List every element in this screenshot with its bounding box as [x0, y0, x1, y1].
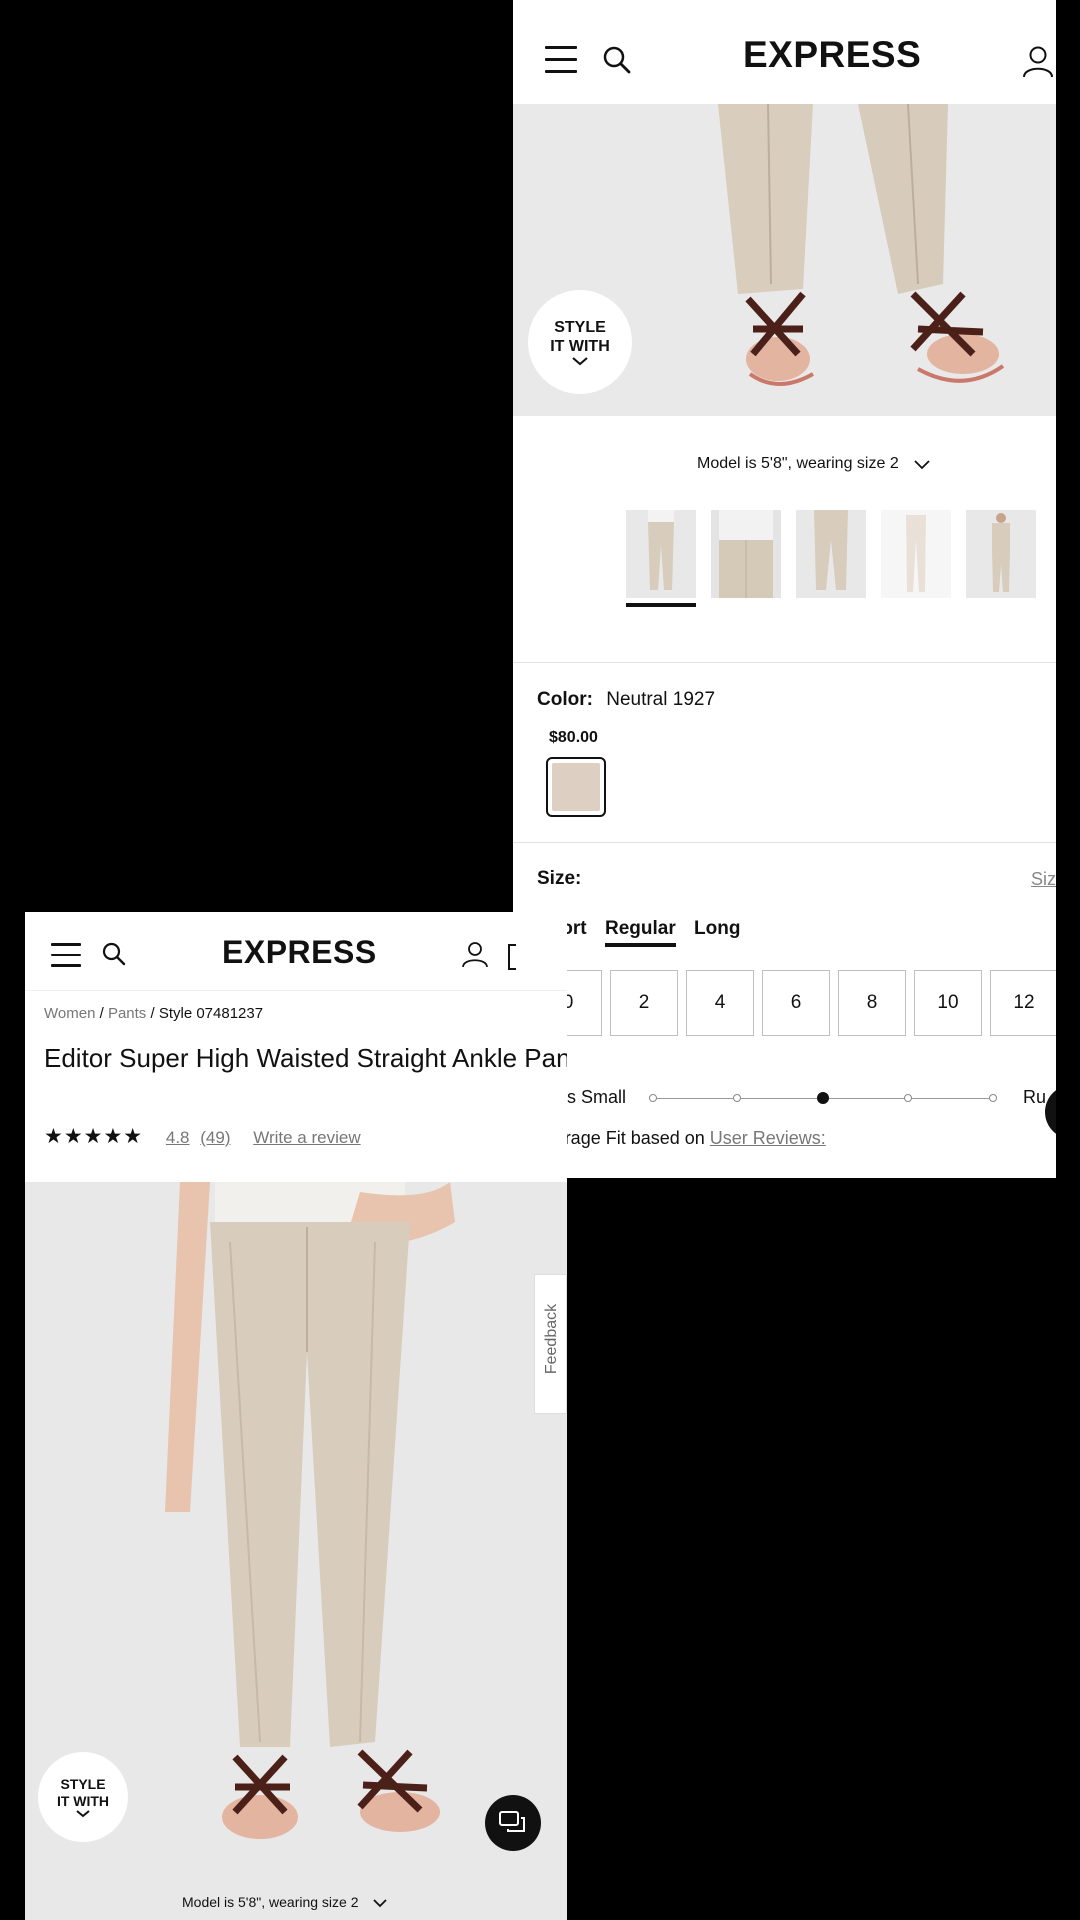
fit-dot: [904, 1094, 912, 1102]
style-it-with-line2: IT WITH: [56, 1792, 110, 1809]
menu-icon[interactable]: [545, 46, 577, 73]
size-option-6[interactable]: 6: [762, 970, 830, 1036]
rating-row: ★★★★★ 4.8 (49) Write a review: [44, 1124, 361, 1149]
breadcrumb-style: Style 07481237: [158, 1005, 264, 1022]
thumbnail-1[interactable]: [626, 510, 696, 598]
style-it-with-button[interactable]: STYLE IT WITH: [528, 290, 632, 394]
breadcrumb-women[interactable]: Women: [44, 1005, 95, 1022]
breadcrumb: Women / Pants / Style 07481237: [44, 1005, 263, 1022]
brand-logo[interactable]: EXPRESS: [743, 34, 921, 76]
product-detail-panel-bottom: EXPRESS Women / Pants / Style 07481237 E…: [25, 912, 567, 1920]
thumbnail-3[interactable]: [796, 510, 866, 598]
chevron-down-icon: [572, 357, 588, 366]
swatch-price: $80.00: [549, 729, 598, 746]
model-info-toggle[interactable]: Model is 5'8", wearing size 2: [182, 1894, 388, 1910]
thumbnail-4[interactable]: [881, 510, 951, 598]
star-rating-icons: ★★★★★: [44, 1125, 144, 1148]
site-header: EXPRESS: [513, 0, 1056, 105]
fit-dot: [989, 1094, 997, 1102]
fit-note: Average Fit based on User Reviews:: [534, 1128, 826, 1149]
size-option-10[interactable]: 10: [914, 970, 982, 1036]
size-option-8[interactable]: 8: [838, 970, 906, 1036]
cart-icon-partial[interactable]: [508, 944, 516, 970]
size-option-12[interactable]: 12: [990, 970, 1056, 1036]
fit-dot-selected: [817, 1092, 829, 1104]
chevron-down-icon: [914, 460, 930, 470]
color-swatch-neutral[interactable]: [546, 757, 606, 817]
fit-dot: [733, 1094, 741, 1102]
account-icon[interactable]: [461, 940, 489, 968]
thumbnail-2[interactable]: [711, 510, 781, 598]
feedback-tab[interactable]: Feedback: [534, 1274, 567, 1414]
thumbnail-5[interactable]: [966, 510, 1036, 598]
review-count[interactable]: (49): [200, 1128, 230, 1147]
size-chart-link[interactable]: Siz: [1031, 869, 1056, 890]
rating-value[interactable]: 4.8: [166, 1128, 190, 1147]
fit-right-label: Ru: [1023, 1087, 1047, 1107]
brand-logo[interactable]: EXPRESS: [222, 934, 377, 971]
write-review-link[interactable]: Write a review: [253, 1128, 360, 1147]
thumbnail-active-indicator: [626, 603, 696, 607]
chat-button[interactable]: [485, 1795, 541, 1851]
style-it-with-line1: STYLE: [60, 1775, 106, 1792]
fit-dot: [649, 1094, 657, 1102]
breadcrumb-separator: /: [150, 1005, 159, 1022]
size-label: Size:: [537, 868, 582, 889]
divider: [513, 662, 1056, 663]
product-detail-panel-top: EXPRESS STYLE IT WITH Model is 5'8", wea…: [513, 0, 1056, 1178]
divider: [513, 842, 1056, 843]
user-reviews-link[interactable]: User Reviews:: [710, 1128, 826, 1148]
color-label: Color:: [537, 689, 593, 710]
account-icon[interactable]: [1021, 44, 1055, 78]
chevron-down-icon: [76, 1810, 90, 1818]
breadcrumb-separator: /: [99, 1005, 108, 1022]
product-title: Editor Super High Waisted Straight Ankle…: [44, 1043, 567, 1073]
feedback-label: Feedback: [543, 1303, 560, 1375]
menu-icon[interactable]: [51, 943, 81, 967]
color-row: Color: Neutral 1927: [537, 689, 715, 711]
model-info-text: Model is 5'8", wearing size 2: [182, 1894, 359, 1910]
product-image[interactable]: STYLE IT WITH: [513, 104, 1056, 416]
tab-long[interactable]: Long: [694, 918, 740, 940]
model-info-text: Model is 5'8", wearing size 2: [697, 455, 899, 472]
breadcrumb-pants[interactable]: Pants: [108, 1005, 146, 1022]
size-option-4[interactable]: 4: [686, 970, 754, 1036]
product-image[interactable]: STYLE IT WITH: [25, 1182, 567, 1920]
swatch-fill: [552, 763, 600, 811]
style-it-with-line2: IT WITH: [550, 338, 610, 355]
style-it-with-line1: STYLE: [554, 318, 606, 336]
chat-bubble-partial[interactable]: [1045, 1085, 1056, 1139]
search-icon[interactable]: [602, 45, 632, 75]
model-info-toggle[interactable]: Model is 5'8", wearing size 2: [697, 455, 931, 473]
color-value: Neutral 1927: [606, 689, 716, 710]
site-header: EXPRESS: [25, 912, 567, 991]
chat-icon: [499, 1811, 525, 1832]
chevron-down-icon: [373, 1899, 388, 1908]
style-it-with-button[interactable]: STYLE IT WITH: [38, 1752, 128, 1842]
tab-regular-underline: [605, 943, 676, 947]
tab-regular[interactable]: Regular: [605, 918, 676, 940]
size-option-2[interactable]: 2: [610, 970, 678, 1036]
search-icon[interactable]: [101, 941, 127, 967]
